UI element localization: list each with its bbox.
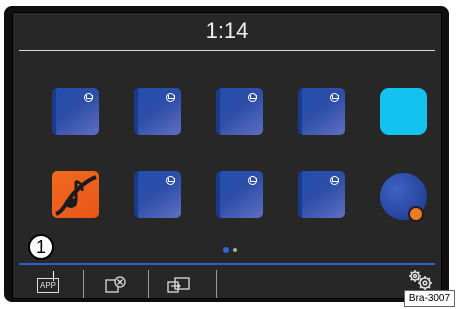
vw-logo-icon xyxy=(84,93,93,102)
music-app-tile[interactable] xyxy=(52,171,99,218)
music-note-icon xyxy=(55,175,97,216)
settings-icon[interactable] xyxy=(407,268,435,292)
top-divider xyxy=(19,50,435,51)
screen-switch-icon[interactable] xyxy=(167,276,191,294)
vw-logo-icon xyxy=(166,93,175,102)
figure-reference: Bra-3007 xyxy=(404,290,455,307)
vw-logo-icon xyxy=(166,176,175,185)
app-tile-3[interactable] xyxy=(216,88,263,135)
callout-leader xyxy=(53,271,54,281)
app-tile-6[interactable] xyxy=(216,171,263,218)
vw-logo-icon xyxy=(248,176,257,185)
app-tile-4[interactable] xyxy=(298,88,345,135)
vw-logo-icon xyxy=(330,176,339,185)
app-tile-5[interactable] xyxy=(134,171,181,218)
app-button[interactable]: APP xyxy=(37,278,59,293)
vw-logo-icon xyxy=(330,93,339,102)
separator xyxy=(83,270,84,298)
callout-marker: 1 xyxy=(28,234,54,260)
bottom-divider xyxy=(19,263,435,265)
page-dot[interactable] xyxy=(233,248,237,252)
infotainment-screen: 1:14 APP xyxy=(12,12,442,299)
page-dot-active[interactable] xyxy=(223,247,229,253)
notification-dot xyxy=(408,206,424,222)
app-label: APP xyxy=(39,281,56,290)
app-tile-1[interactable] xyxy=(52,88,99,135)
separator xyxy=(148,270,149,298)
vw-logo-icon xyxy=(248,93,257,102)
close-window-icon[interactable] xyxy=(105,276,127,294)
app-tile-2[interactable] xyxy=(134,88,181,135)
separator xyxy=(216,270,217,298)
clock: 1:14 xyxy=(205,18,249,43)
app-tile-cyan[interactable] xyxy=(380,88,427,135)
app-tile-7[interactable] xyxy=(298,171,345,218)
